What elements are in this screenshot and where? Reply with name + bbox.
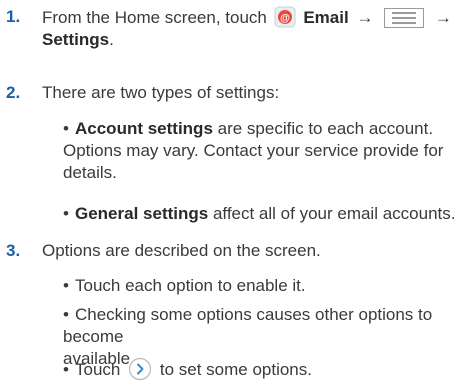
step-number: 1. xyxy=(6,7,21,26)
step-prefix: From the Home screen, touch xyxy=(42,8,267,27)
bullet-account-settings: • Account settings are specific to each a… xyxy=(63,118,468,184)
instruction-page: 1. From the Home screen, touch @ Email → xyxy=(0,0,472,388)
bullet-dot: • xyxy=(63,119,69,138)
menu-icon xyxy=(384,8,425,28)
step-number: 2. xyxy=(6,83,21,102)
step-number: 3. xyxy=(6,241,21,260)
bullet-bold: General settings xyxy=(75,204,209,223)
bullet-text: Touch xyxy=(75,360,121,379)
bullet-text: to set some options. xyxy=(159,360,312,379)
step-text: From the Home screen, touch @ Email → → xyxy=(42,6,467,51)
email-label: Email xyxy=(303,8,349,27)
bullet-dot: • xyxy=(63,360,69,379)
bullet-text: are specific to each account. xyxy=(212,119,434,138)
chevron-right-circle-icon xyxy=(128,357,152,381)
bullet-text: Touch each option to enable it. xyxy=(75,276,306,295)
svg-text:@: @ xyxy=(280,13,290,24)
bullet-touch-next: • Touch to set some options. xyxy=(63,357,468,381)
bullet-text: details. xyxy=(63,163,117,182)
settings-label: Settings xyxy=(42,30,110,49)
bullet-text: affect all of your email accounts. xyxy=(208,204,456,223)
step-text: Options are described on the screen. xyxy=(42,241,321,260)
step-suffix: . xyxy=(109,30,114,49)
bullet-dot: • xyxy=(63,305,69,324)
bullet-general-settings: • General settings affect all of your ema… xyxy=(63,203,468,225)
bullet-text: Checking some options causes other optio… xyxy=(63,305,433,346)
step-text: There are two types of settings: xyxy=(42,83,280,102)
bullet-bold: Account settings xyxy=(75,119,213,138)
bullet-dot: • xyxy=(63,204,69,223)
email-icon: @ xyxy=(274,6,296,28)
bullet-text: Options may vary. Contact your service p… xyxy=(63,141,444,160)
bullet-touch-option: • Touch each option to enable it. xyxy=(63,275,468,297)
arrow-right-icon: → xyxy=(434,8,452,27)
bullet-dot: • xyxy=(63,276,69,295)
arrow-right-icon: → xyxy=(356,8,374,27)
